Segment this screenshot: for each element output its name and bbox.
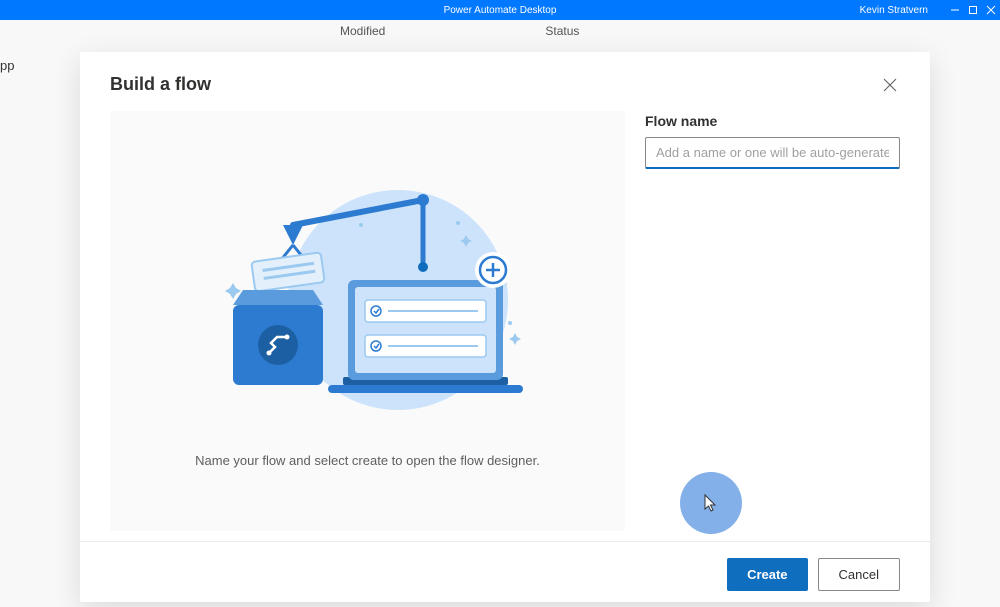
close-dialog-button[interactable] [880,75,900,95]
flow-illustration [193,175,543,435]
maximize-button[interactable] [964,0,982,20]
dialog-header: Build a flow [80,52,930,111]
titlebar-right: Kevin Stratvern [860,0,1000,20]
illustration-caption: Name your flow and select create to open… [195,453,540,468]
click-indicator [680,472,742,534]
user-name[interactable]: Kevin Stratvern [860,5,928,16]
dialog-title: Build a flow [110,74,211,95]
build-flow-dialog: Build a flow [80,52,930,602]
dialog-body: Name your flow and select create to open… [80,111,930,541]
minimize-button[interactable] [946,0,964,20]
dialog-backdrop: Build a flow [0,20,1000,600]
close-icon [883,78,897,92]
window-controls [946,0,1000,20]
cursor-icon [703,493,719,513]
titlebar: Power Automate Desktop Kevin Stratvern [0,0,1000,20]
close-window-button[interactable] [982,0,1000,20]
illustration-panel: Name your flow and select create to open… [110,111,625,531]
form-panel: Flow name [645,111,900,531]
flow-name-label: Flow name [645,113,900,129]
flow-name-input[interactable] [645,137,900,169]
create-button[interactable]: Create [727,558,807,591]
dialog-footer: Create Cancel [80,541,930,607]
cancel-button[interactable]: Cancel [818,558,900,591]
app-title: Power Automate Desktop [444,5,557,16]
